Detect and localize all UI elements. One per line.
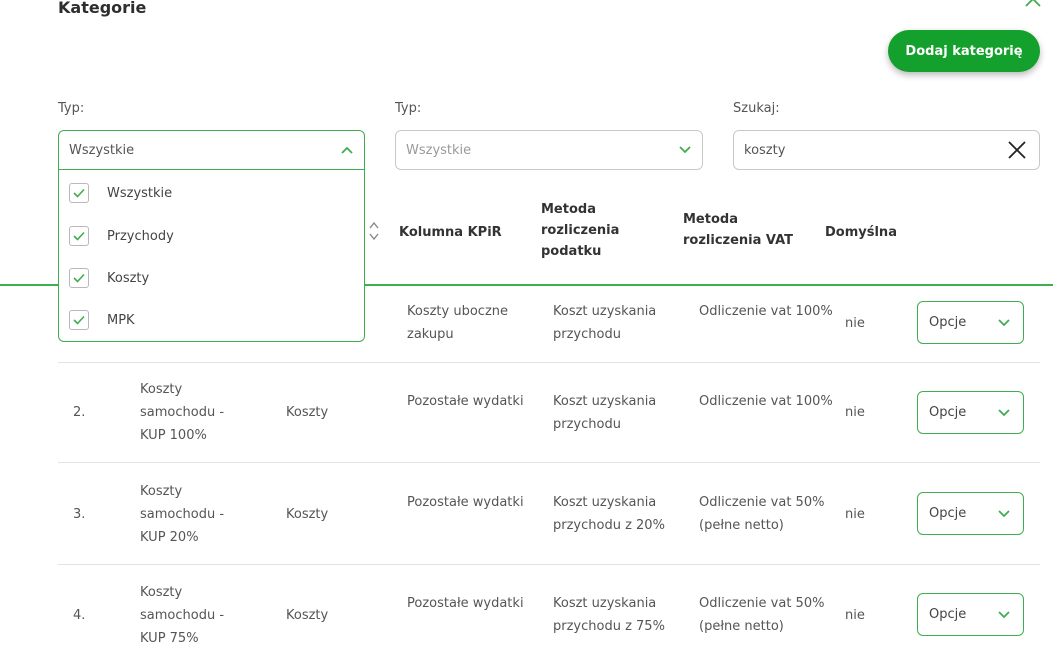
chevron-down-icon — [998, 408, 1010, 416]
options-label: Opcje — [929, 315, 967, 330]
search-input[interactable]: koszty — [733, 130, 1040, 170]
dropdown-option-label: Koszty — [107, 270, 150, 286]
row-name: Koszty samochodu - KUP 100% — [140, 382, 225, 443]
row-type: Koszty — [286, 608, 329, 623]
checkbox[interactable] — [69, 310, 89, 330]
row-default: nie — [845, 608, 865, 623]
row-vat: Odliczenie vat 50% (pełne netto) — [699, 596, 825, 634]
check-icon — [73, 231, 85, 241]
options-button[interactable]: Opcje — [917, 301, 1024, 344]
row-kpir: Pozostałe wydatki — [407, 394, 524, 409]
type-dropdown-menu: Wszystkie Przychody Koszty MPK — [58, 170, 365, 342]
row-vat: Odliczenie vat 50% (pełne netto) — [699, 495, 825, 533]
row-vat: Odliczenie vat 100% — [699, 394, 833, 409]
row-default: nie — [845, 316, 865, 331]
dropdown-option-mpk[interactable]: MPK — [69, 309, 135, 331]
row-name: Koszty samochodu - KUP 20% — [140, 484, 225, 545]
row-number: 4. — [73, 608, 86, 623]
options-button[interactable]: Opcje — [917, 391, 1024, 434]
dropdown-option-income[interactable]: Przychody — [69, 225, 174, 247]
dropdown-option-label: Przychody — [107, 228, 174, 244]
row-number: 2. — [73, 405, 86, 420]
check-icon — [73, 315, 85, 325]
dropdown-option-label: Wszystkie — [107, 185, 173, 201]
row-number: 3. — [73, 507, 86, 522]
chevron-down-icon — [998, 610, 1010, 618]
page-title: Kategorie — [58, 0, 147, 17]
col-tax-method: Metoda rozliczenia podatku — [541, 202, 620, 259]
row-type: Koszty — [286, 507, 329, 522]
row-tax: Koszt uzyskania przychodu z 20% — [553, 495, 665, 533]
row-tax: Koszt uzyskania przychodu — [553, 394, 657, 432]
type-filter-label: Typ: — [58, 101, 85, 116]
options-button[interactable]: Opcje — [917, 492, 1024, 535]
options-button[interactable]: Opcje — [917, 593, 1024, 636]
check-icon — [73, 273, 85, 283]
row-tax: Koszt uzyskania przychodu z 75% — [553, 596, 665, 634]
chevron-up-icon — [341, 146, 353, 154]
type2-filter-select[interactable]: Wszystkie — [395, 130, 703, 170]
type-filter-value: Wszystkie — [69, 142, 135, 158]
options-label: Opcje — [929, 405, 967, 420]
sort-icon[interactable] — [367, 220, 381, 242]
checkbox[interactable] — [69, 268, 89, 288]
row-default: nie — [845, 507, 865, 522]
chevron-down-icon — [998, 318, 1010, 326]
col-default: Domyślna — [825, 225, 897, 240]
table-row: 2. Koszty samochodu - KUP 100% Koszty Po… — [58, 362, 1040, 463]
table-row: 4. Koszty samochodu - KUP 75% Koszty Poz… — [58, 564, 1040, 660]
type2-filter-label: Typ: — [395, 101, 422, 116]
type-filter-select[interactable]: Wszystkie — [58, 130, 365, 170]
col-vat-method: Metoda rozliczenia VAT — [683, 212, 794, 248]
row-type: Koszty — [286, 405, 329, 420]
chevron-down-icon — [679, 146, 691, 154]
row-vat: Odliczenie vat 100% — [699, 304, 833, 319]
row-kpir: Pozostałe wydatki — [407, 495, 524, 510]
row-kpir: Koszty uboczne zakupu — [407, 304, 509, 342]
dropdown-option-all[interactable]: Wszystkie — [69, 182, 172, 204]
col-kpir: Kolumna KPiR — [399, 225, 502, 240]
check-icon — [73, 188, 85, 198]
clear-search-icon[interactable] — [1007, 140, 1027, 160]
dropdown-option-costs[interactable]: Koszty — [69, 267, 149, 289]
type2-filter-value: Wszystkie — [406, 142, 472, 158]
row-tax: Koszt uzyskania przychodu — [553, 304, 657, 342]
row-kpir: Pozostałe wydatki — [407, 596, 524, 611]
table-row: 3. Koszty samochodu - KUP 20% Koszty Poz… — [58, 463, 1040, 565]
add-category-button[interactable]: Dodaj kategorię — [888, 30, 1040, 72]
close-icon[interactable] — [1024, 0, 1042, 8]
search-label: Szukaj: — [733, 101, 780, 116]
chevron-down-icon — [998, 509, 1010, 517]
checkbox[interactable] — [69, 183, 89, 203]
row-default: nie — [845, 405, 865, 420]
search-value: koszty — [744, 142, 786, 158]
dropdown-option-label: MPK — [107, 312, 135, 328]
checkbox[interactable] — [69, 226, 89, 246]
options-label: Opcje — [929, 607, 967, 622]
options-label: Opcje — [929, 506, 967, 521]
row-name: Koszty samochodu - KUP 75% — [140, 585, 225, 646]
